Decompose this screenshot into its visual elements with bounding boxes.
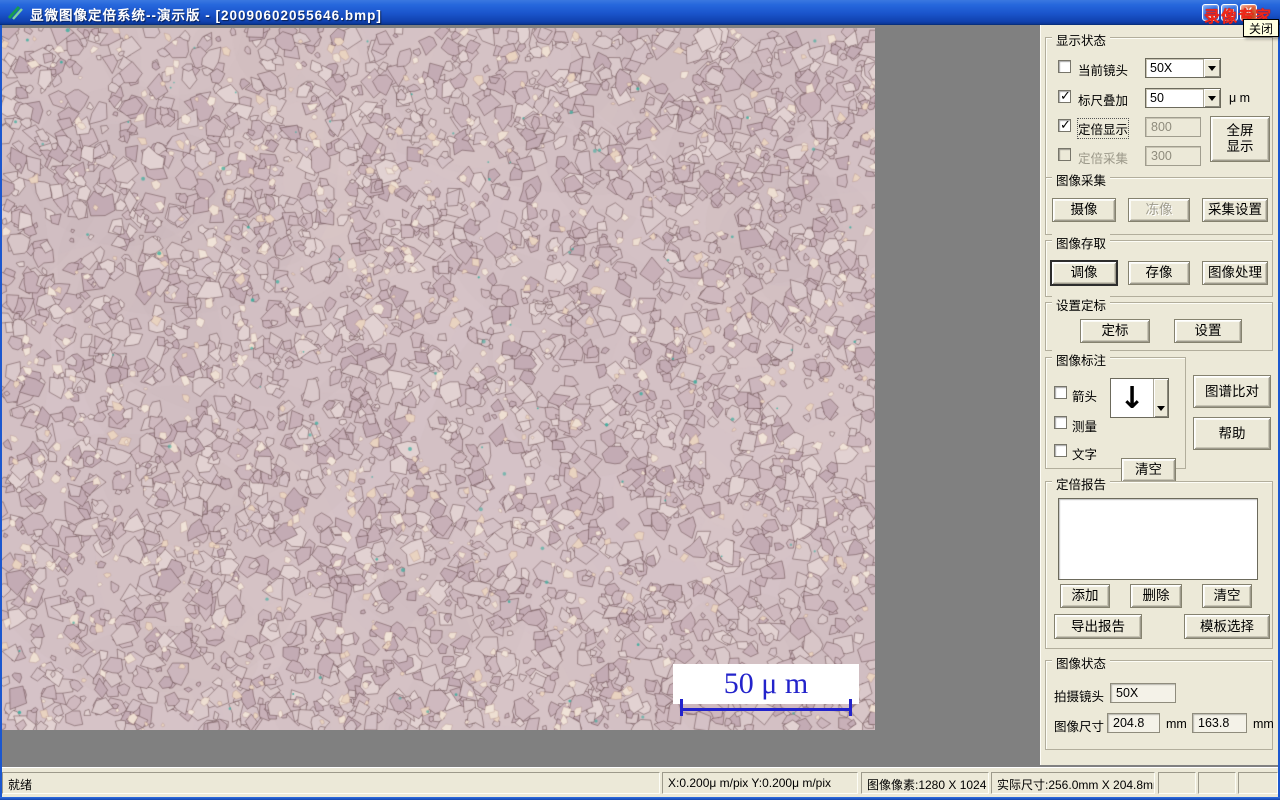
group-capture-title: 图像采集 bbox=[1052, 170, 1111, 189]
fullscreen-button-line2: 显示 bbox=[1226, 139, 1254, 154]
image-size-label: 图像尺寸 bbox=[1054, 720, 1105, 734]
scale-overlay-value: 50 bbox=[1150, 91, 1164, 105]
group-storage: 图像存取 调像 存像 图像处理 bbox=[1045, 233, 1273, 297]
arrow-style-dropdown-button[interactable] bbox=[1153, 379, 1168, 417]
group-storage-title: 图像存取 bbox=[1052, 233, 1111, 252]
scale-overlay-checkbox[interactable] bbox=[1058, 88, 1071, 104]
scale-bar-text: 50 μ m bbox=[723, 667, 809, 700]
annotation-clear-button[interactable]: 清空 bbox=[1121, 458, 1176, 482]
current-lens-checkbox[interactable] bbox=[1058, 60, 1071, 73]
text-label: 文字 bbox=[1072, 448, 1098, 462]
report-add-button[interactable]: 添加 bbox=[1060, 584, 1110, 608]
fullscreen-button[interactable]: 全屏 显示 bbox=[1210, 116, 1270, 162]
fullscreen-button-line1: 全屏 bbox=[1226, 123, 1254, 139]
statusbar: 就绪 X:0.200μ m/pix Y:0.200μ m/pix 图像像素:12… bbox=[0, 767, 1280, 797]
current-lens-dropdown-button[interactable] bbox=[1203, 59, 1220, 77]
micrograph-view[interactable]: 50 μ m bbox=[2, 28, 875, 730]
micrograph-canvas bbox=[2, 28, 875, 730]
status-empty-pane-2 bbox=[1198, 772, 1236, 794]
status-image-pixels: 图像像素:1280 X 1024 bbox=[861, 772, 989, 794]
group-image-status-title: 图像状态 bbox=[1052, 653, 1111, 672]
image-height-unit: mm bbox=[1253, 717, 1274, 731]
group-calibration: 设置定标 定标 设置 bbox=[1045, 295, 1273, 351]
report-delete-button[interactable]: 删除 bbox=[1130, 584, 1182, 608]
calibrate-button[interactable]: 定标 bbox=[1080, 319, 1150, 343]
report-listbox[interactable] bbox=[1058, 498, 1258, 580]
chevron-down-icon bbox=[1208, 95, 1216, 101]
scale-overlay-label: 标尺叠加 bbox=[1078, 94, 1129, 108]
current-lens-label: 当前镜头 bbox=[1078, 64, 1129, 78]
scale-overlay-dropdown-button[interactable] bbox=[1203, 89, 1220, 107]
freeze-button: 冻像 bbox=[1128, 198, 1190, 222]
window-border-left bbox=[0, 25, 2, 800]
report-clear-button[interactable]: 清空 bbox=[1202, 584, 1252, 608]
calibration-settings-button[interactable]: 设置 bbox=[1174, 319, 1242, 343]
group-display-status: 显示状态 当前镜头 50X 标尺叠加 50 μ m 定倍显示 800 定倍采集 … bbox=[1045, 30, 1273, 179]
group-image-status: 图像状态 拍摄镜头 50X 图像尺寸 204.8 mm 163.8 mm bbox=[1045, 653, 1274, 750]
lens-label: 拍摄镜头 bbox=[1054, 690, 1105, 704]
image-width-field: 204.8 bbox=[1107, 713, 1160, 733]
group-annotation: 图像标注 箭头 测量 文字 ↓ 清空 bbox=[1045, 350, 1186, 482]
shoot-button[interactable]: 摄像 bbox=[1052, 198, 1116, 222]
status-empty-pane-1 bbox=[1158, 772, 1196, 794]
scale-overlay-combo[interactable]: 50 bbox=[1145, 88, 1221, 108]
save-image-button[interactable]: 存像 bbox=[1128, 261, 1190, 285]
scale-bar-tick-left bbox=[680, 699, 683, 716]
help-button[interactable]: 帮助 bbox=[1193, 417, 1271, 450]
text-checkbox[interactable] bbox=[1054, 444, 1067, 457]
scale-bar-label-box: 50 μ m bbox=[673, 664, 859, 704]
export-report-button[interactable]: 导出报告 bbox=[1054, 614, 1142, 639]
status-empty-pane-3 bbox=[1238, 772, 1278, 794]
group-calibration-title: 设置定标 bbox=[1052, 295, 1111, 314]
image-height-field: 163.8 bbox=[1192, 713, 1247, 733]
scale-bar-line bbox=[680, 708, 852, 711]
titlebar[interactable]: 显微图像定倍系统--演示版 - [20090602055646.bmp] X bbox=[0, 0, 1280, 25]
scale-overlay-unit: μ m bbox=[1229, 91, 1251, 105]
group-capture: 图像采集 摄像 冻像 采集设置 bbox=[1045, 170, 1273, 235]
arrow-style-combo[interactable]: ↓ bbox=[1110, 378, 1169, 418]
scale-bar-tick-right bbox=[849, 699, 852, 716]
status-actual-size: 实际尺寸:256.0mm X 204.8mm bbox=[991, 772, 1155, 794]
chevron-down-icon bbox=[1208, 65, 1216, 71]
close-tooltip: 关闭 bbox=[1243, 19, 1279, 37]
fixed-display-label: 定倍显示 bbox=[1076, 118, 1130, 139]
current-lens-value: 50X bbox=[1150, 61, 1173, 75]
arrow-checkbox[interactable] bbox=[1054, 386, 1067, 399]
group-annotation-title: 图像标注 bbox=[1052, 350, 1111, 369]
template-select-button[interactable]: 模板选择 bbox=[1184, 614, 1270, 639]
arrow-label: 箭头 bbox=[1072, 390, 1098, 404]
current-lens-combo[interactable]: 50X bbox=[1145, 58, 1221, 78]
app-window: 显微图像定倍系统--演示版 - [20090602055646.bmp] X 录… bbox=[0, 0, 1280, 800]
lens-value-field: 50X bbox=[1110, 683, 1176, 703]
group-report-title: 定倍报告 bbox=[1052, 474, 1111, 493]
fixed-display-checkbox[interactable] bbox=[1058, 117, 1071, 133]
image-width-unit: mm bbox=[1166, 717, 1187, 731]
down-arrow-icon: ↓ bbox=[1119, 380, 1145, 416]
fixed-capture-label: 定倍采集 bbox=[1078, 152, 1129, 166]
fixed-capture-checkbox bbox=[1058, 148, 1071, 161]
status-pixel-scale: X:0.200μ m/pix Y:0.200μ m/pix bbox=[662, 772, 858, 794]
atlas-compare-button[interactable]: 图谱比对 bbox=[1193, 375, 1271, 408]
control-panel: 显示状态 当前镜头 50X 标尺叠加 50 μ m 定倍显示 800 定倍采集 … bbox=[1040, 25, 1278, 765]
app-icon bbox=[7, 4, 24, 21]
group-report: 定倍报告 添加 删除 清空 导出报告 模板选择 bbox=[1045, 474, 1273, 649]
load-image-button[interactable]: 调像 bbox=[1050, 260, 1118, 286]
window-title: 显微图像定倍系统--演示版 - [20090602055646.bmp] bbox=[30, 8, 382, 23]
measure-label: 测量 bbox=[1072, 420, 1098, 434]
chevron-down-icon bbox=[1157, 406, 1165, 411]
group-display-status-title: 显示状态 bbox=[1052, 30, 1111, 49]
fixed-capture-field: 300 bbox=[1145, 146, 1201, 166]
fixed-display-field: 800 bbox=[1145, 117, 1201, 137]
capture-settings-button[interactable]: 采集设置 bbox=[1202, 198, 1268, 222]
measure-checkbox[interactable] bbox=[1054, 416, 1067, 429]
status-ready: 就绪 bbox=[2, 772, 660, 794]
image-process-button[interactable]: 图像处理 bbox=[1202, 261, 1268, 285]
